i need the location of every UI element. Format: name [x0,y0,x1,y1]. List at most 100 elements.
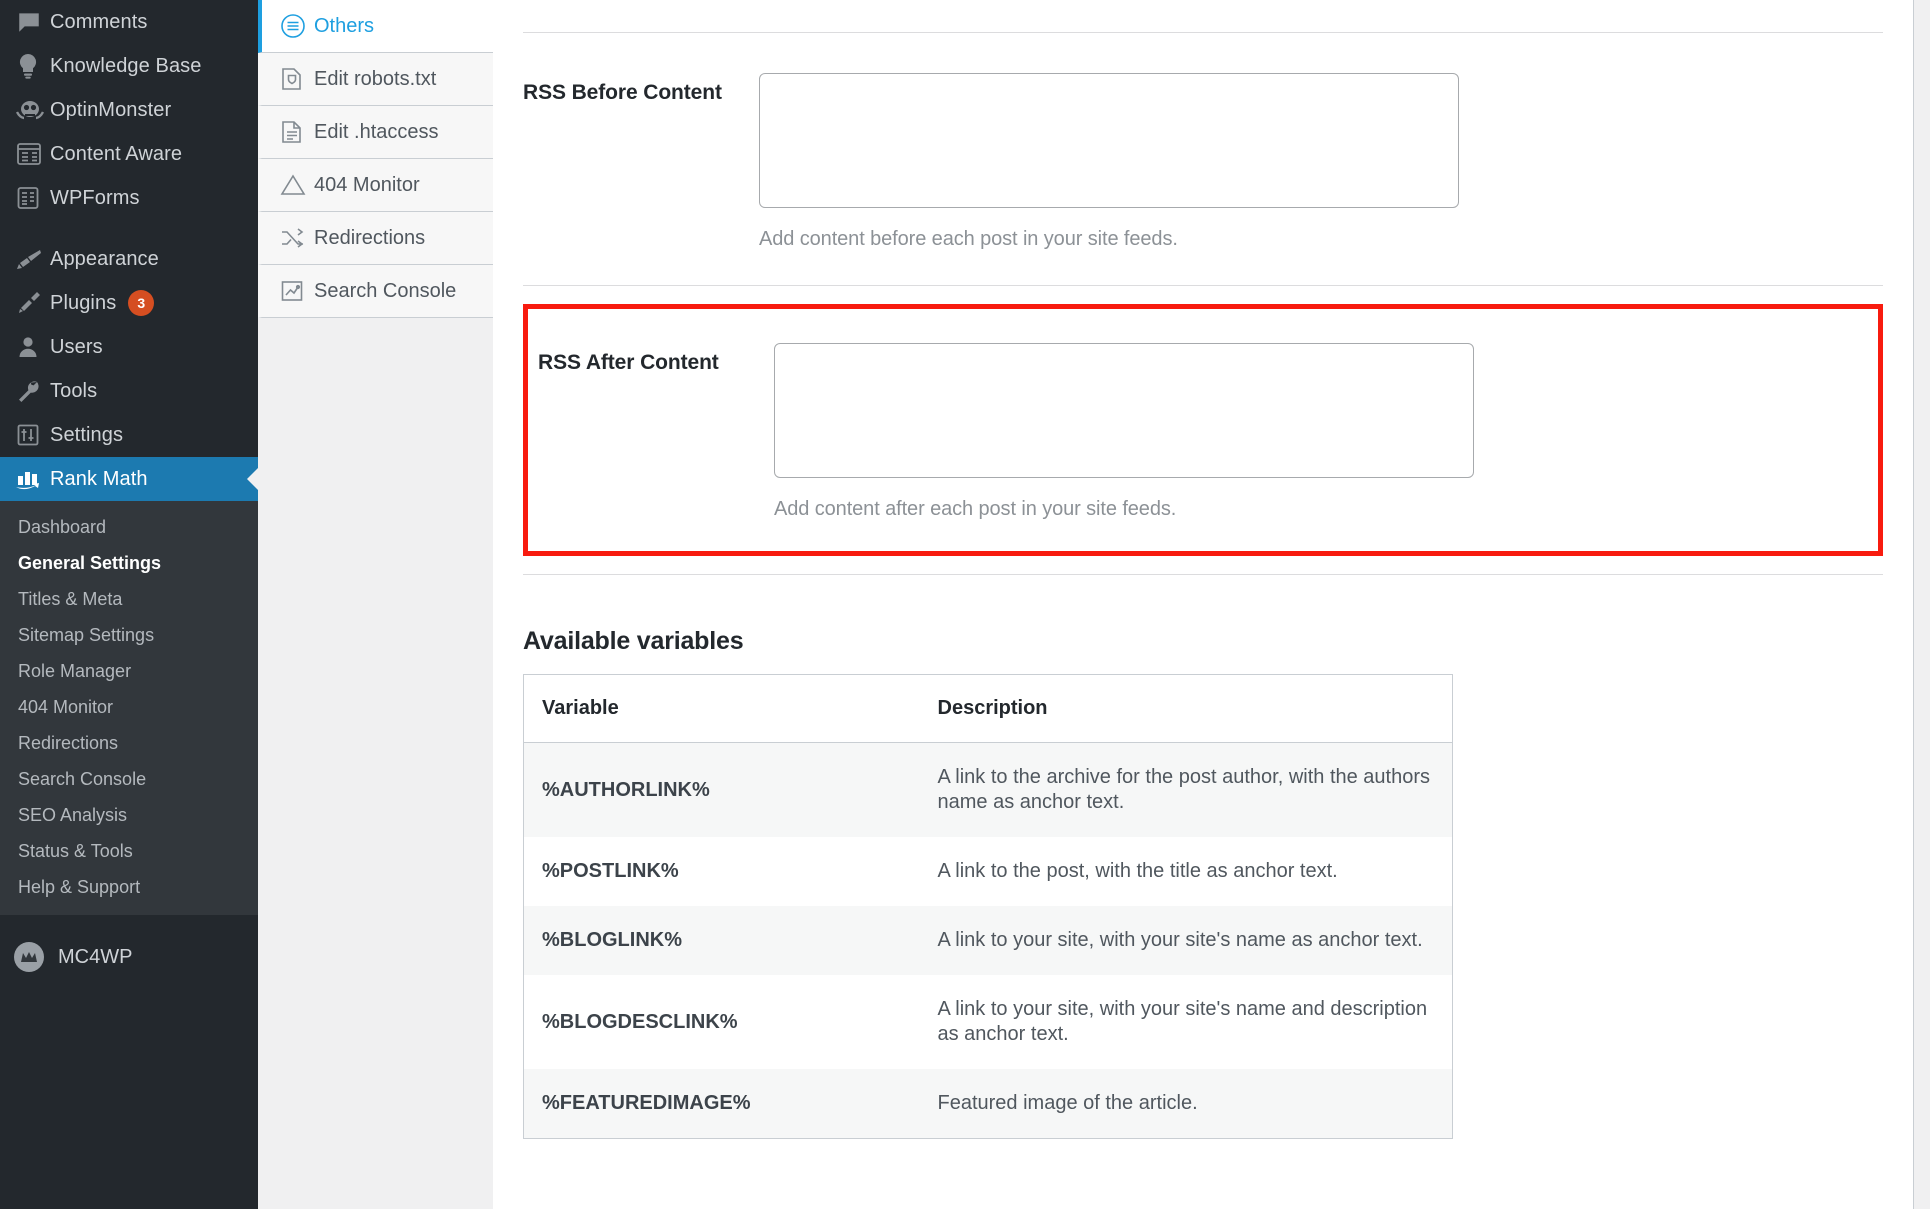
field-body: Add content before each post in your sit… [759,73,1883,251]
tab-others[interactable]: Others [258,0,493,53]
settings-sliders-icon [16,420,50,450]
analytics-chart-icon [280,279,314,303]
submenu-item-status-tools[interactable]: Status & Tools [0,833,258,869]
submenu-item-titles-meta[interactable]: Titles & Meta [0,581,258,617]
sidebar-item-label: Content Aware [50,142,183,165]
sidebar-separator [0,220,258,237]
variable-name: %POSTLINK% [542,860,679,882]
field-label: RSS Before Content [523,81,722,104]
sidebar-item-label: Settings [50,423,124,446]
sidebar-item-optinmonster[interactable]: OptinMonster [0,88,258,132]
rss-before-content-textarea[interactable] [759,73,1459,208]
variable-name: %FEATUREDIMAGE% [523,1069,916,1139]
users-person-icon [16,332,50,362]
tab-label: Others [314,14,375,37]
sidebar-item-label: Comments [50,10,148,33]
tab-redirections[interactable]: Redirections [258,212,493,265]
plugins-plug-icon [16,288,50,318]
wpforms-icon [16,183,50,213]
tools-wrench-icon [16,376,50,406]
content-aware-icon [16,139,50,169]
sidebar-item-label: Users [50,335,103,358]
tab-404-monitor[interactable]: 404 Monitor [258,159,493,212]
sidebar-item-label: OptinMonster [50,98,172,121]
available-variables-table: Variable Description %AUTHORLINK% A link… [523,674,1453,1139]
tab-label: Search Console [314,279,457,302]
sidebar-item-users[interactable]: Users [0,325,258,369]
variable-description: Featured image of the article. [915,1069,1453,1139]
table-header-row: Variable Description [523,674,1453,743]
submenu-item-role-manager[interactable]: Role Manager [0,653,258,689]
table-row: %AUTHORLINK% A link to the archive for t… [523,742,1453,837]
content-area: RSS Before Content Add content before ea… [493,0,1930,1209]
tab-column-filler [258,318,493,958]
sidebar-item-mc4wp[interactable]: MC4WP [0,931,258,983]
warning-triangle-icon [280,173,314,197]
sidebar-item-knowledge-base[interactable]: Knowledge Base [0,44,258,88]
submenu-item-search-console[interactable]: Search Console [0,761,258,797]
settings-tab-list: Others Edit robots.txt Edit .htaccess 40… [258,0,493,318]
tab-label: 404 Monitor [314,173,420,196]
sidebar-item-plugins[interactable]: Plugins 3 [0,281,258,325]
settings-tab-column: Others Edit robots.txt Edit .htaccess 40… [258,0,493,1209]
tab-edit-robots-txt[interactable]: Edit robots.txt [258,53,493,106]
optinmonster-icon [16,95,50,125]
variable-description: A link to your site, with your site's na… [915,906,1453,975]
sidebar-item-label: Tools [50,379,98,402]
tab-edit-htaccess[interactable]: Edit .htaccess [258,106,493,159]
rss-after-content-textarea[interactable] [774,343,1474,478]
robots-shield-file-icon [280,66,314,92]
divider-mid [523,285,1883,286]
column-header-description: Description [915,674,1453,743]
sidebar-item-wpforms[interactable]: WPForms [0,176,258,220]
plugins-update-badge: 3 [128,290,155,316]
field-rss-before-content: RSS Before Content Add content before ea… [523,33,1883,285]
table-row: %BLOGDESCLINK% A link to your site, with… [524,975,1453,1069]
submenu-item-redirections[interactable]: Redirections [0,725,258,761]
table-row: %BLOGLINK% A link to your site, with you… [523,906,1453,975]
sidebar-item-settings[interactable]: Settings [0,413,258,457]
tab-label: Edit robots.txt [314,67,437,90]
variable-name: %BLOGDESCLINK% [542,1010,738,1033]
variable-name: %BLOGLINK% [523,906,916,975]
wp-admin-sidebar: Comments Knowledge Base OptinMonster Con… [0,0,258,1209]
submenu-item-seo-analysis[interactable]: SEO Analysis [0,797,258,833]
field-body: Add content after each post in your site… [774,343,1878,521]
list-circle-icon [280,13,314,39]
submenu-item-general-settings[interactable]: General Settings [0,545,258,581]
submenu-item-dashboard[interactable]: Dashboard [0,509,258,545]
sidebar-item-label: Knowledge Base [50,54,202,77]
submenu-item-help-support[interactable]: Help & Support [0,869,258,905]
sidebar-item-content-aware[interactable]: Content Aware [0,132,258,176]
sidebar-item-appearance[interactable]: Appearance [0,237,258,281]
settings-panel: RSS Before Content Add content before ea… [493,0,1914,1209]
variable-name: %AUTHORLINK% [523,742,916,837]
sidebar-item-label: MC4WP [58,945,133,968]
table-row: %FEATUREDIMAGE% Featured image of the ar… [523,1069,1453,1139]
available-variables-title: Available variables [523,627,744,655]
shuffle-arrows-icon [280,227,314,249]
submenu-item-404-monitor[interactable]: 404 Monitor [0,689,258,725]
variable-description: A link to the archive for the post autho… [915,742,1453,837]
field-description: Add content after each post in your site… [774,498,1177,520]
field-rss-after-content: RSS After Content Add content after each… [523,304,1883,556]
sidebar-item-tools[interactable]: Tools [0,369,258,413]
sidebar-item-comments[interactable]: Comments [0,0,258,44]
rank-math-submenu: Dashboard General Settings Titles & Meta… [0,501,258,915]
submenu-item-sitemap-settings[interactable]: Sitemap Settings [0,617,258,653]
tab-search-console[interactable]: Search Console [258,265,493,318]
column-header-variable: Variable [523,674,916,743]
document-lines-icon [280,119,314,145]
sidebar-item-rank-math[interactable]: Rank Math [0,457,258,501]
variable-description: A link to the post, with the title as an… [937,860,1338,882]
rank-math-icon [16,464,50,494]
sidebar-item-label: Plugins [50,291,117,314]
divider-bottom [523,574,1883,575]
tab-label: Edit .htaccess [314,120,439,143]
lightbulb-icon [16,51,50,81]
appearance-brush-icon [16,244,50,274]
field-description: Add content before each post in your sit… [759,228,1178,250]
sidebar-item-label: Appearance [50,247,159,270]
variable-description: A link to your site, with your site's na… [937,998,1428,1045]
admin-screen: Comments Knowledge Base OptinMonster Con… [0,0,1930,1209]
